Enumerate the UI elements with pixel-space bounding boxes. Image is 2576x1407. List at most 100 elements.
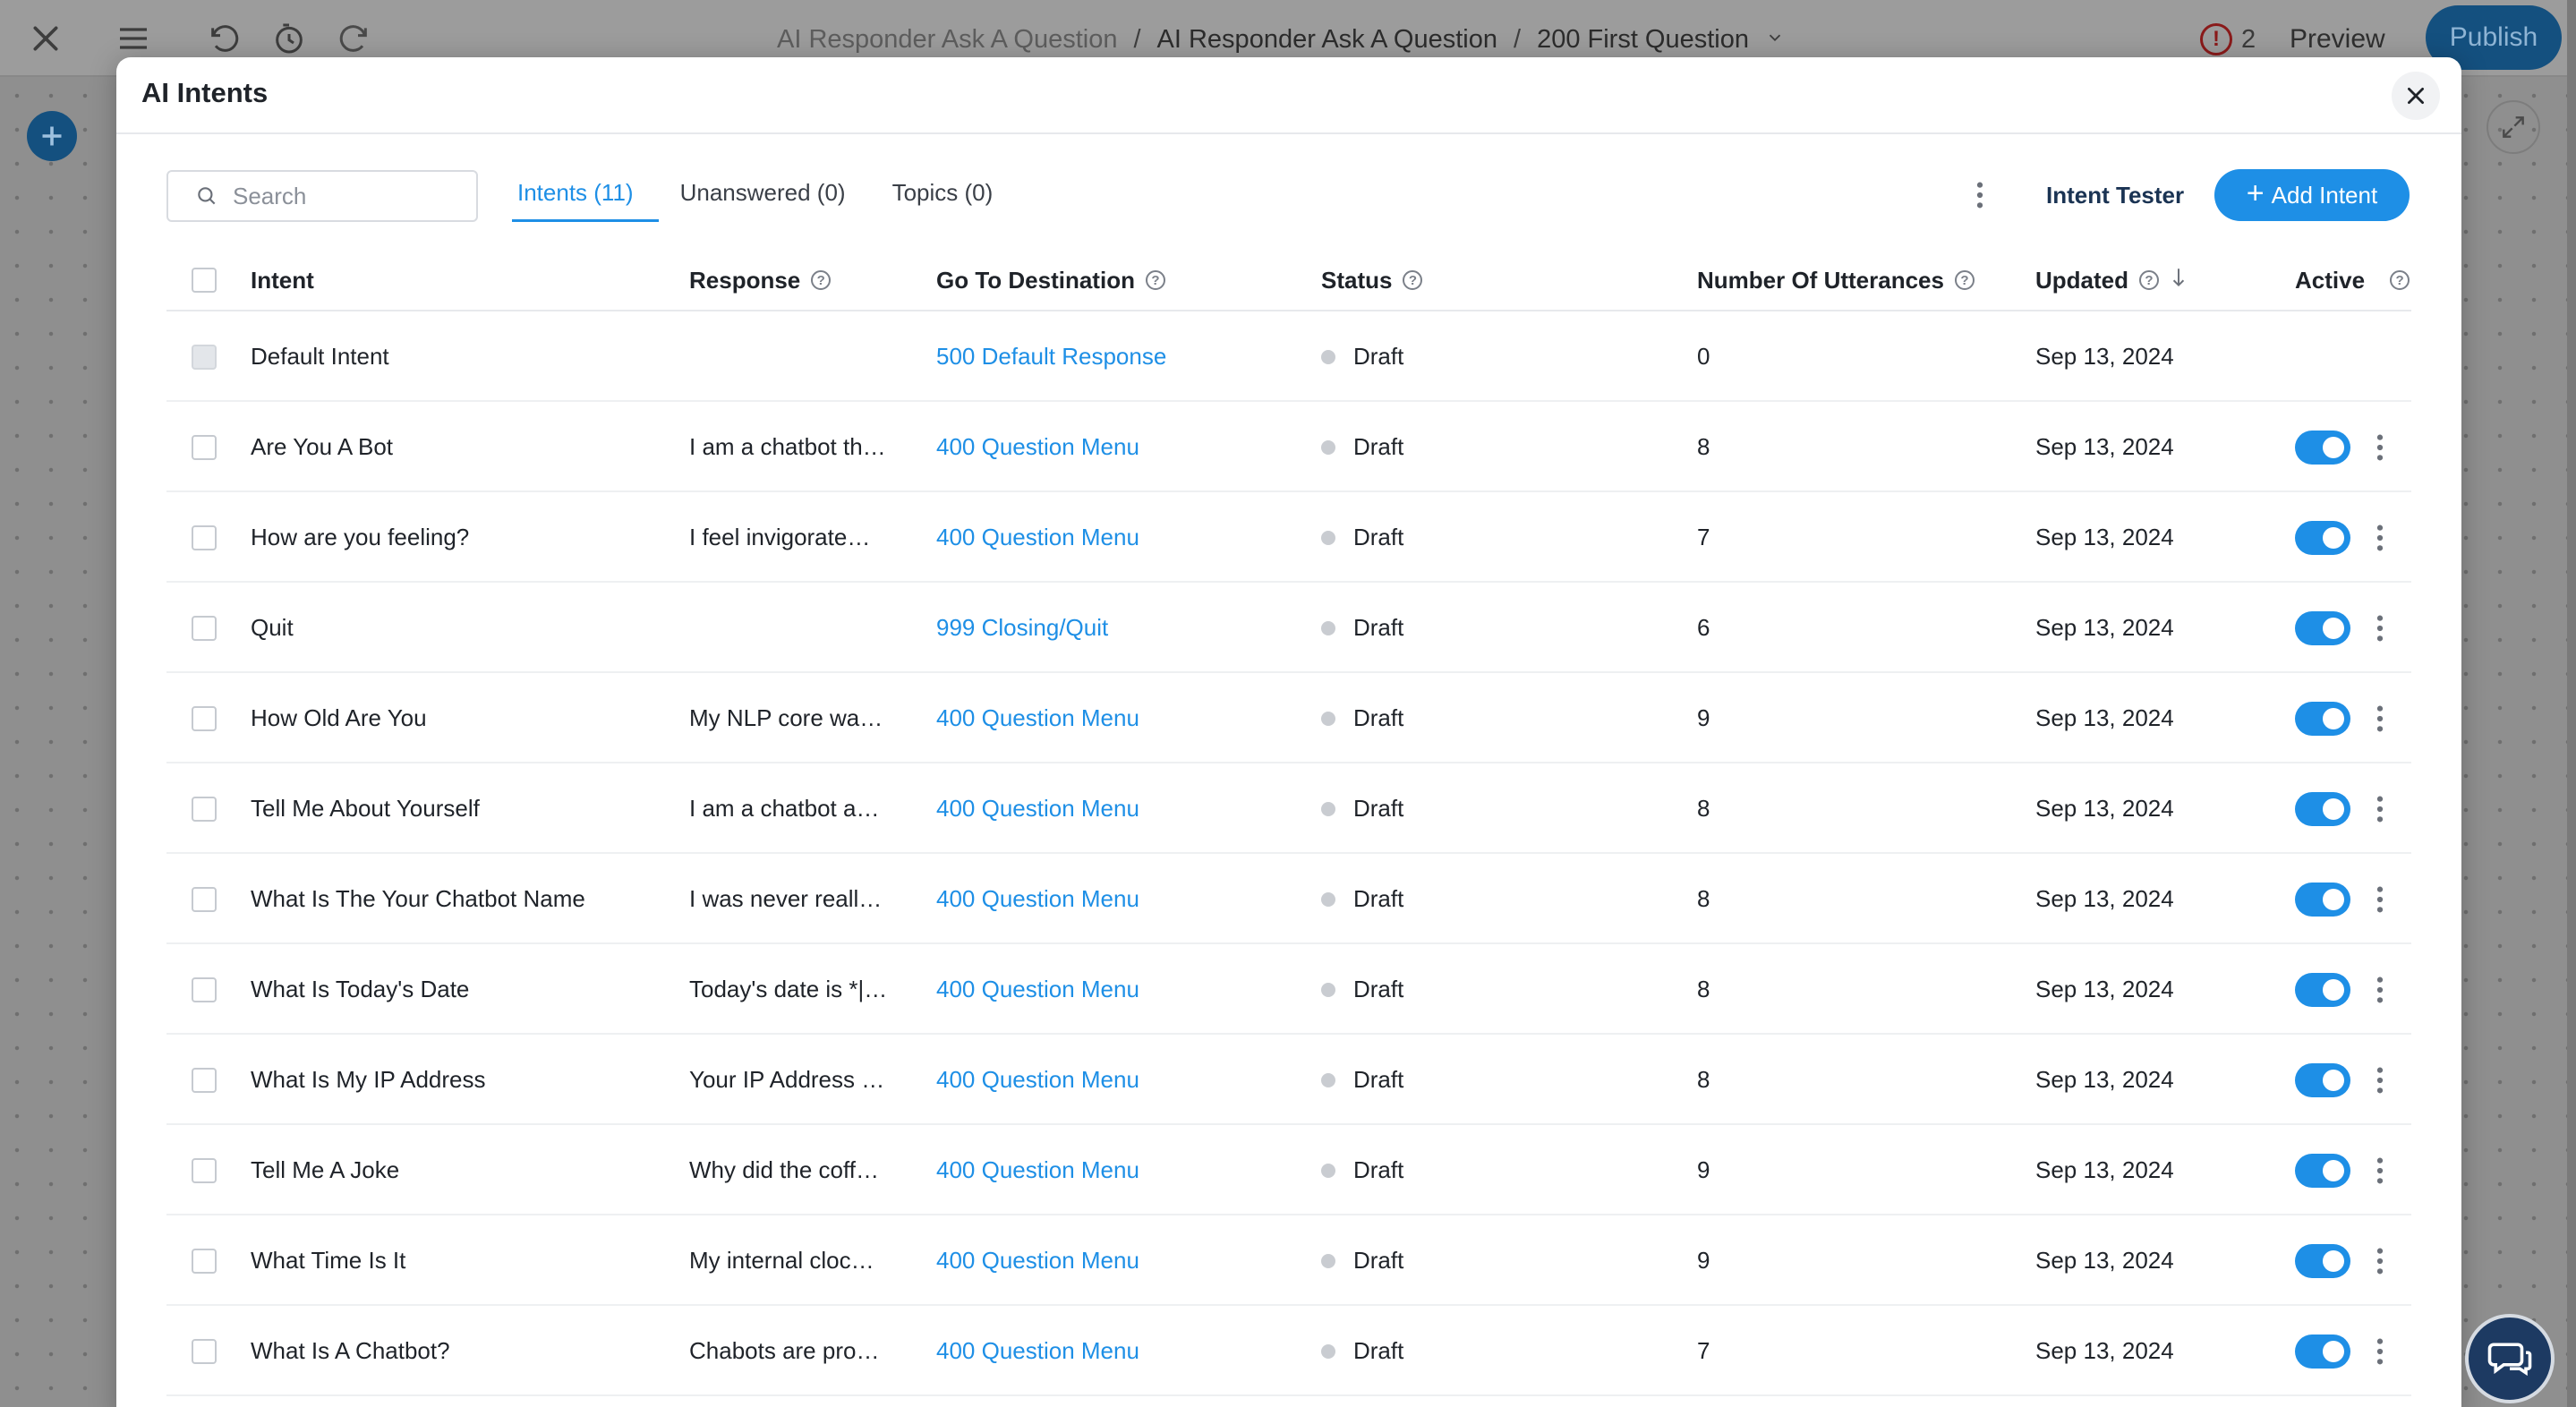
search-input[interactable] — [233, 182, 465, 210]
intent-name[interactable]: What Is The Your Chatbot Name — [251, 854, 585, 944]
expand-button[interactable] — [2486, 100, 2540, 154]
row-checkbox[interactable] — [192, 615, 217, 641]
history-icon[interactable] — [267, 16, 311, 61]
help-icon[interactable]: ? — [2139, 270, 2159, 290]
breadcrumb-item-current[interactable]: 200 First Question — [1537, 25, 1749, 55]
help-icon[interactable]: ? — [1145, 270, 1165, 290]
intent-name[interactable]: Are You A Bot — [251, 402, 393, 492]
table-row[interactable]: Tell Me About Yourself I am a chatbot a… 4… — [166, 763, 2411, 854]
intent-name[interactable]: Tell Me A Joke — [251, 1125, 399, 1215]
breadcrumb-item[interactable]: AI Responder Ask A Question — [777, 25, 1117, 55]
page-scrollbar[interactable] — [2567, 0, 2576, 1407]
active-toggle[interactable] — [2295, 701, 2350, 736]
active-toggle[interactable] — [2295, 430, 2350, 465]
chevron-down-icon[interactable] — [1765, 25, 1785, 55]
table-row[interactable]: How are you feeling? I feel invigorate… 40… — [166, 492, 2411, 583]
intent-name[interactable]: How Old Are You — [251, 673, 427, 763]
row-checkbox[interactable] — [192, 1067, 217, 1093]
row-checkbox[interactable] — [192, 796, 217, 822]
row-checkbox[interactable] — [192, 705, 217, 731]
row-checkbox[interactable] — [192, 886, 217, 912]
destination-link[interactable]: 400 Question Menu — [936, 1035, 1139, 1125]
row-actions-button[interactable] — [2367, 421, 2393, 474]
column-updated[interactable]: Updated ? — [2035, 249, 2188, 311]
add-node-button[interactable] — [27, 111, 77, 161]
destination-link[interactable]: 400 Question Menu — [936, 1125, 1139, 1215]
destination-link[interactable]: 400 Question Menu — [936, 673, 1139, 763]
intent-name[interactable]: How are you feeling? — [251, 492, 469, 583]
help-icon[interactable]: ? — [1403, 270, 1423, 290]
table-row[interactable]: Default Intent 500 Default Response Draft 0… — [166, 311, 2411, 402]
row-checkbox[interactable] — [192, 1157, 217, 1183]
active-toggle[interactable] — [2295, 791, 2350, 826]
intent-name[interactable]: What Time Is It — [251, 1215, 405, 1306]
add-intent-button[interactable]: + Add Intent — [2214, 169, 2410, 221]
intent-name[interactable]: Default Intent — [251, 311, 389, 402]
row-actions-button[interactable] — [2367, 511, 2393, 565]
row-checkbox[interactable] — [192, 434, 217, 460]
undo-icon[interactable] — [202, 16, 247, 61]
menu-icon[interactable] — [111, 16, 156, 61]
row-actions-button[interactable] — [2367, 1144, 2393, 1198]
destination-link[interactable]: 400 Question Menu — [936, 763, 1139, 854]
row-checkbox[interactable] — [192, 1338, 217, 1364]
row-checkbox[interactable] — [192, 1248, 217, 1274]
help-icon[interactable]: ? — [811, 270, 832, 290]
warnings-indicator[interactable]: ! 2 — [2200, 20, 2256, 59]
intent-name[interactable]: Quit — [251, 583, 294, 673]
destination-link[interactable]: 400 Question Menu — [936, 402, 1139, 492]
more-options-button[interactable] — [1962, 168, 1998, 222]
table-row[interactable]: Are You A Bot I am a chatbot th… 400 Quest… — [166, 402, 2411, 492]
row-actions-button[interactable] — [2367, 601, 2393, 655]
table-row[interactable]: What Is My IP Address Your IP Address … 40… — [166, 1035, 2411, 1125]
row-actions-button[interactable] — [2367, 1234, 2393, 1288]
destination-link[interactable]: 400 Question Menu — [936, 944, 1139, 1035]
active-toggle[interactable] — [2295, 610, 2350, 645]
table-row[interactable]: Quit 999 Closing/Quit Draft 6 Sep 13, 2024 — [166, 583, 2411, 673]
search-field[interactable] — [166, 170, 478, 222]
row-actions-button[interactable] — [2367, 692, 2393, 746]
row-checkbox[interactable] — [192, 976, 217, 1002]
modal-close-button[interactable] — [2392, 72, 2440, 120]
intent-tester-button[interactable]: Intent Tester — [2046, 168, 2184, 222]
row-actions-button[interactable] — [2367, 782, 2393, 836]
active-toggle[interactable] — [2295, 972, 2350, 1007]
breadcrumb-item[interactable]: AI Responder Ask A Question — [1157, 25, 1497, 55]
destination-link[interactable]: 400 Question Menu — [936, 1215, 1139, 1306]
table-row[interactable]: What Is A Chatbot? Chabots are pro… 400 Qu… — [166, 1306, 2411, 1396]
preview-button[interactable]: Preview — [2290, 20, 2385, 59]
table-row[interactable]: What Is Today's Date Today's date is *|… 4… — [166, 944, 2411, 1035]
table-row[interactable]: How Old Are You My NLP core wa… 400 Questi… — [166, 673, 2411, 763]
table-row[interactable]: What Is The Your Chatbot Name I was never… — [166, 854, 2411, 944]
chat-support-button[interactable] — [2465, 1314, 2555, 1403]
active-toggle[interactable] — [2295, 1153, 2350, 1188]
intent-name[interactable]: What Is A Chatbot? — [251, 1306, 450, 1396]
destination-link[interactable]: 400 Question Menu — [936, 492, 1139, 583]
active-toggle[interactable] — [2295, 1243, 2350, 1278]
active-toggle[interactable] — [2295, 882, 2350, 917]
redo-icon[interactable] — [331, 16, 376, 61]
active-toggle[interactable] — [2295, 1334, 2350, 1369]
row-actions-button[interactable] — [2367, 1325, 2393, 1378]
close-icon[interactable] — [23, 16, 68, 61]
select-all-checkbox[interactable] — [192, 268, 217, 293]
active-toggle[interactable] — [2295, 1062, 2350, 1097]
destination-link[interactable]: 500 Default Response — [936, 311, 1166, 402]
row-actions-button[interactable] — [2367, 1053, 2393, 1107]
help-icon[interactable]: ? — [2390, 270, 2410, 290]
row-checkbox[interactable] — [192, 524, 217, 550]
destination-link[interactable]: 400 Question Menu — [936, 1306, 1139, 1396]
intent-name[interactable]: What Is Today's Date — [251, 944, 469, 1035]
active-toggle[interactable] — [2295, 520, 2350, 555]
sort-down-icon[interactable] — [2170, 266, 2188, 295]
tab-unanswered[interactable]: Unanswered (0) — [675, 163, 871, 222]
row-actions-button[interactable] — [2367, 873, 2393, 926]
row-actions-button[interactable] — [2367, 963, 2393, 1017]
destination-link[interactable]: 999 Closing/Quit — [936, 583, 1108, 673]
tab-intents[interactable]: Intents (11) — [512, 163, 659, 222]
table-row[interactable]: What Time Is It My internal cloc… 400 Ques… — [166, 1215, 2411, 1306]
table-row[interactable]: Tell Me A Joke Why did the coff… 400 Quest… — [166, 1125, 2411, 1215]
tab-topics[interactable]: Topics (0) — [887, 163, 1019, 222]
intent-name[interactable]: Tell Me About Yourself — [251, 763, 480, 854]
destination-link[interactable]: 400 Question Menu — [936, 854, 1139, 944]
